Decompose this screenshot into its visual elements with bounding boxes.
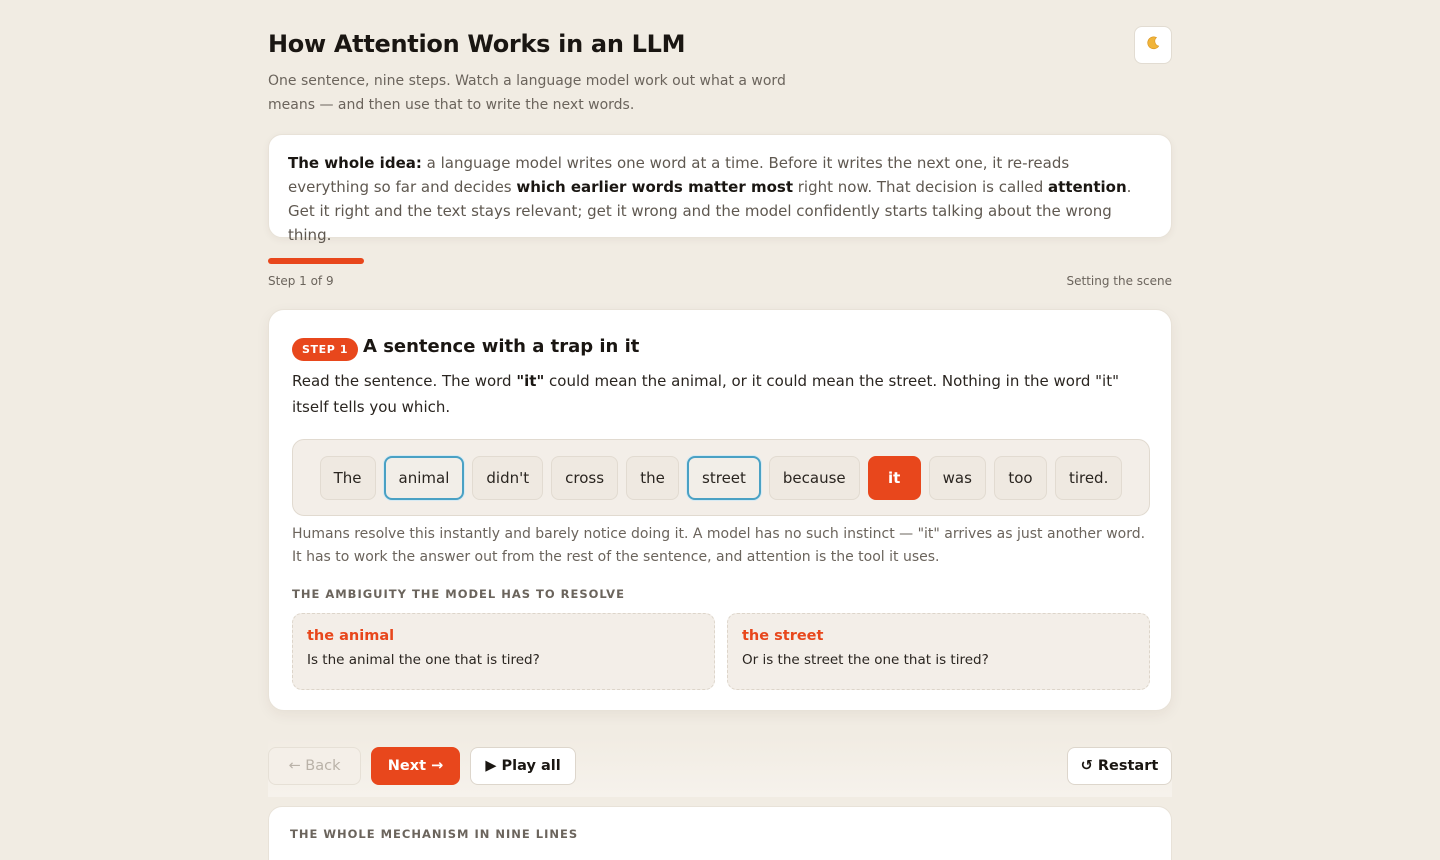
step-badge: STEP 1: [292, 338, 359, 361]
theme-toggle-button[interactable]: [1134, 26, 1172, 64]
sentence-tokens: The animal didn't cross the street because it wa…: [292, 439, 1150, 516]
step-description: Read the sentence. The word "it" could m…: [292, 368, 1152, 420]
progress-fill: [268, 258, 364, 264]
sentence-token[interactable]: The: [319, 455, 376, 500]
intro-card: The whole idea: a language model writes …: [268, 134, 1172, 244]
sentence-token[interactable]: didn't: [472, 455, 544, 500]
sentence-token[interactable]: because: [768, 455, 860, 500]
summary-card: THE WHOLE MECHANISM IN NINE LINES: [268, 806, 1172, 860]
restart-button[interactable]: ↺ Restart: [1067, 747, 1172, 785]
intro-text: right now. That decision is called: [793, 178, 1049, 196]
sentence-token[interactable]: animal: [383, 455, 465, 500]
intro-lead: The whole idea:: [288, 154, 422, 172]
ambiguity-option-street: the street Or is the street the one that…: [727, 613, 1150, 690]
step-phase-label: Setting the scene: [1066, 274, 1172, 288]
sentence-token[interactable]: street: [687, 455, 761, 500]
ambiguity-option-animal: the animal Is the animal the one that is…: [292, 613, 715, 690]
ambiguity-option-question: Is the animal the one that is tired?: [307, 652, 540, 668]
sentence-token[interactable]: too: [993, 455, 1047, 500]
sentence-token[interactable]: tired.: [1054, 455, 1123, 500]
step-explanation: Humans resolve this instantly and barely…: [292, 526, 1146, 565]
sentence-token[interactable]: was: [928, 455, 986, 500]
play-all-button[interactable]: ▶ Play all: [470, 747, 576, 785]
step-card: STEP 1 A sentence with a trap in it Read…: [268, 309, 1172, 711]
next-button[interactable]: Next →: [371, 747, 460, 785]
back-button[interactable]: ← Back: [268, 747, 361, 785]
intro-emphasis: which earlier words matter most: [516, 178, 793, 196]
ambiguity-heading: THE AMBIGUITY THE MODEL HAS TO RESOLVE: [292, 587, 625, 601]
step-description-text: Read the sentence. The word: [292, 372, 517, 390]
intro-emphasis: attention: [1048, 178, 1127, 196]
step-description-emphasis: "it": [516, 372, 545, 390]
moon-icon: [1145, 35, 1161, 55]
page-title: How Attention Works in an LLM: [268, 30, 686, 58]
page-subtitle: One sentence, nine steps. Watch a langua…: [268, 73, 786, 113]
step-title: A sentence with a trap in it: [363, 336, 640, 357]
summary-heading: THE WHOLE MECHANISM IN NINE LINES: [290, 827, 579, 841]
step-counter: Step 1 of 9: [268, 274, 334, 288]
ambiguity-option-question: Or is the street the one that is tired?: [742, 652, 989, 668]
progress-bar: [268, 258, 1172, 264]
sentence-token[interactable]: it: [867, 455, 921, 500]
ambiguity-option-title: the animal: [307, 628, 395, 644]
sentence-token[interactable]: cross: [551, 455, 619, 500]
step-controls: ← Back Next → ▶ Play all ↺ Restart: [268, 737, 1172, 797]
sentence-token[interactable]: the: [626, 455, 680, 500]
ambiguity-option-title: the street: [742, 628, 824, 644]
